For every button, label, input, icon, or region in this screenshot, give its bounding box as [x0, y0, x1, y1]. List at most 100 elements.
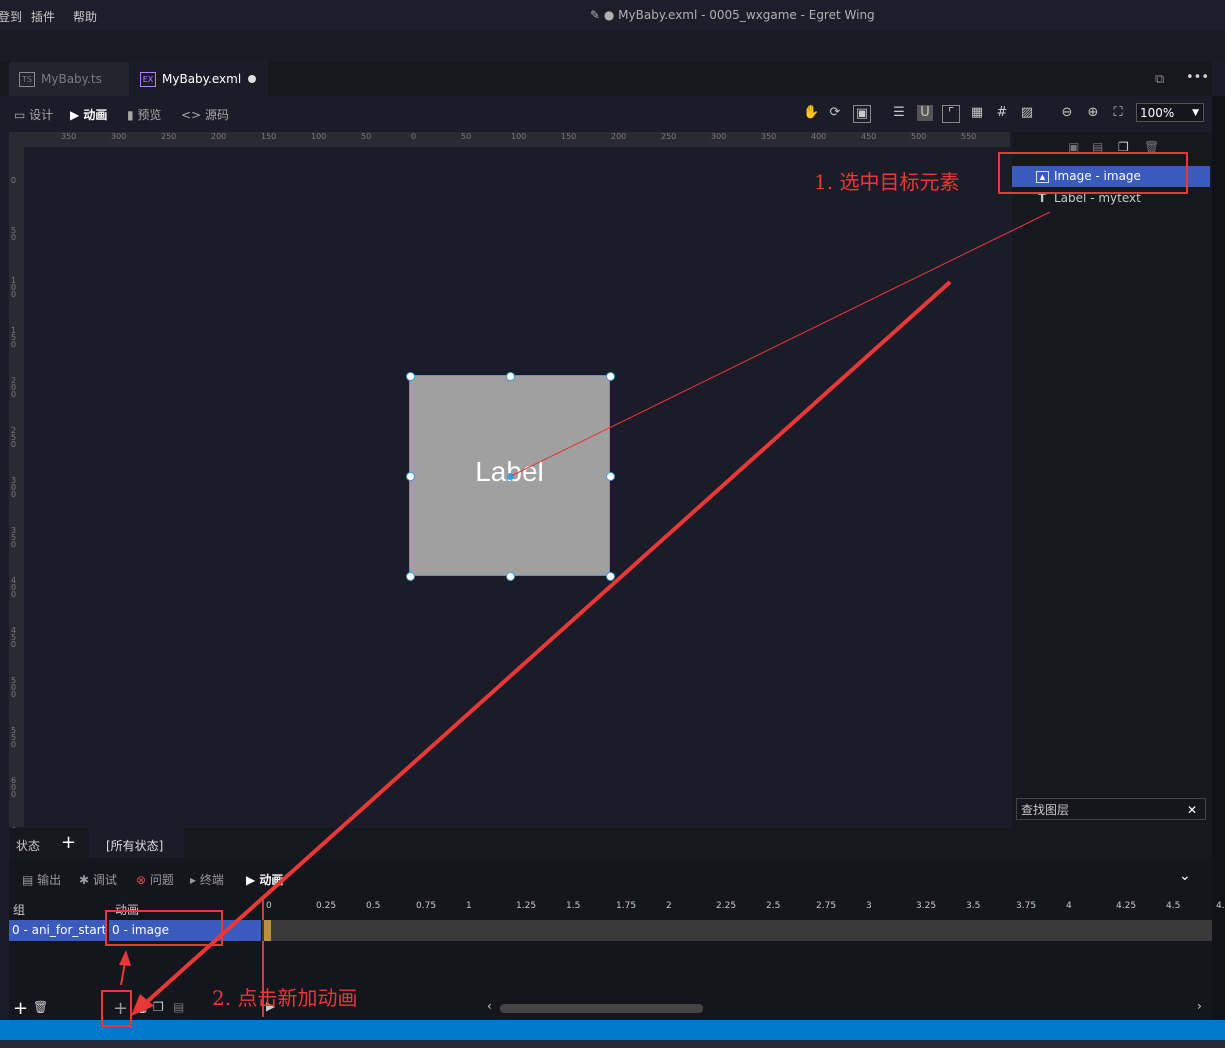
tab-mybaby-exml[interactable]: EX MyBaby.exml: [130, 62, 268, 96]
scroll-right-icon[interactable]: ›: [1197, 999, 1202, 1013]
tab-animation[interactable]: ▶ 动画: [246, 871, 283, 888]
time-tick-label: 1.75: [616, 901, 637, 911]
grid-icon[interactable]: ▦: [969, 105, 985, 121]
resize-handle-s[interactable]: [506, 572, 515, 581]
find-layer-input[interactable]: 查找图层 ✕: [1016, 798, 1206, 820]
close-icon[interactable]: ✕: [1187, 799, 1197, 821]
guides-icon[interactable]: #: [994, 105, 1010, 121]
ruler-tick-label: 550: [961, 132, 977, 141]
mode-design-button[interactable]: ▭ 设计: [14, 106, 53, 123]
tab-problems-label: 问题: [149, 873, 174, 887]
resize-handle-n[interactable]: [506, 372, 515, 381]
ruler-tick-label: 150: [11, 326, 17, 349]
keyframe-track[interactable]: [262, 920, 1212, 941]
annotation-step1: 1. 选中目标元素: [814, 170, 960, 194]
ruler-tick-label: 200: [611, 132, 627, 141]
more-icon[interactable]: •••: [1186, 70, 1209, 85]
canvas-label-element[interactable]: Label: [409, 456, 610, 488]
time-tick-label: 2.25: [716, 901, 737, 911]
animation-group-row[interactable]: 0 - ani_for_start: [9, 920, 106, 941]
add-group-icon[interactable]: +: [13, 998, 28, 1019]
horizontal-ruler: 350 300 250 200 150 100 50 0 50 100 150 200 250 300 35…: [9, 132, 1010, 148]
layers-panel: ▣ ▤ ❐ 🗑 ▲ Image - image T Label - mytext…: [1012, 132, 1212, 828]
app-feather-icon: ✎: [590, 8, 604, 22]
menu-item-help[interactable]: 帮助: [73, 8, 97, 25]
corner-snap-icon[interactable]: ⌜: [942, 105, 960, 123]
ruler-tick-label: 450: [861, 132, 877, 141]
all-states-label[interactable]: [所有状态]: [106, 837, 163, 854]
chevron-down-icon[interactable]: ⌄: [1179, 868, 1191, 884]
time-tick-label: 4.25: [1116, 901, 1137, 911]
keyframe-marker[interactable]: [264, 920, 271, 941]
scroll-left-icon[interactable]: ‹: [487, 999, 492, 1013]
add-state-icon[interactable]: +: [61, 832, 76, 853]
tab-mybaby-ts[interactable]: TS MyBaby.ts: [9, 62, 129, 96]
hand-tool-icon[interactable]: ✋: [803, 105, 819, 121]
time-tick-label: 0: [266, 901, 272, 911]
menu-item-login[interactable]: 登到: [0, 8, 22, 25]
resize-handle-w[interactable]: [406, 472, 415, 481]
resize-handle-e[interactable]: [606, 472, 615, 481]
zoom-select[interactable]: 100% ▼: [1136, 103, 1204, 122]
ruler-tick-label: 500: [911, 132, 927, 141]
ruler-tick-label: 450: [11, 626, 17, 649]
animation-icon: ▶: [246, 873, 260, 887]
mode-preview-label: 预览: [137, 108, 162, 122]
zoom-value: 100%: [1140, 106, 1175, 120]
tab-label: MyBaby.exml: [162, 72, 242, 86]
layers-stack-icon[interactable]: ☰: [891, 105, 907, 121]
split-view-icon[interactable]: ⧉: [1155, 72, 1164, 87]
ruler-tick-label: 400: [11, 576, 17, 599]
tab-terminal[interactable]: ▸ 终端: [190, 871, 224, 888]
status-bar: [0, 1020, 1225, 1040]
error-icon: ⊗: [136, 873, 150, 887]
code-icon: <>: [181, 108, 205, 122]
mode-animation-label: 动画: [83, 108, 108, 122]
animation-icon: ▶: [70, 108, 84, 122]
ruler-tick-label: 600: [11, 776, 17, 799]
ruler-tick-label: 550: [11, 726, 17, 749]
delete-group-icon[interactable]: 🗑: [33, 1000, 48, 1014]
ruler-tick-label: 150: [561, 132, 577, 141]
time-tick-label: 4.75: [1216, 901, 1225, 911]
fit-frame-icon[interactable]: ▣: [853, 105, 871, 123]
resize-handle-sw[interactable]: [406, 572, 415, 581]
tab-output-label: 输出: [37, 873, 62, 887]
copy-animation-icon[interactable]: ❐: [153, 1000, 164, 1014]
window-title: ✎ ● MyBaby.exml - 0005_wxgame - Egret Wi…: [590, 8, 875, 22]
tab-debug[interactable]: ✱ 调试: [79, 871, 117, 888]
zoom-out-icon[interactable]: ⊖: [1059, 105, 1075, 121]
image-toggle-icon[interactable]: ▨: [1019, 105, 1035, 121]
ruler-tick-label: 350: [61, 132, 77, 141]
tab-problems[interactable]: ⊗ 问题: [136, 871, 174, 888]
resize-handle-ne[interactable]: [606, 372, 615, 381]
tab-output[interactable]: ▤ 输出: [22, 871, 61, 888]
ruler-tick-label: 50: [11, 226, 17, 242]
mode-source-button[interactable]: <> 源码: [181, 106, 229, 123]
delete-animation-icon[interactable]: 🗑: [135, 1000, 150, 1014]
ruler-tick-label: 350: [761, 132, 777, 141]
right-scrollbar[interactable]: [1212, 96, 1225, 1020]
output-icon: ▤: [22, 873, 38, 887]
mode-animation-button[interactable]: ▶ 动画: [70, 106, 107, 123]
menu-item-plugins[interactable]: 插件: [31, 8, 55, 25]
editor-tab-bar: TS MyBaby.ts EX MyBaby.exml ⧉ •••: [0, 62, 1212, 96]
resize-handle-se[interactable]: [606, 572, 615, 581]
refresh-icon[interactable]: ⟳: [827, 105, 843, 121]
ruler-tick-label: 100: [11, 276, 17, 299]
state-label: 状态: [16, 839, 41, 853]
time-tick-label: 0.25: [316, 901, 337, 911]
anchor-point-icon[interactable]: [507, 473, 514, 480]
unsaved-dot-icon[interactable]: [248, 75, 256, 83]
time-tick-label: 4: [1066, 901, 1072, 911]
mode-preview-button[interactable]: ▮ 预览: [127, 106, 161, 123]
resize-handle-nw[interactable]: [406, 372, 415, 381]
timeline-scrollbar[interactable]: [500, 1004, 703, 1013]
time-tick-label: 3.25: [916, 901, 937, 911]
design-icon: ▭: [14, 108, 30, 122]
magnet-icon[interactable]: U: [917, 105, 933, 121]
zoom-in-icon[interactable]: ⊕: [1085, 105, 1101, 121]
annotation-box-layer: [998, 152, 1188, 194]
paste-animation-icon[interactable]: ▤: [173, 1000, 184, 1014]
fit-screen-icon[interactable]: ⛶: [1110, 105, 1126, 121]
